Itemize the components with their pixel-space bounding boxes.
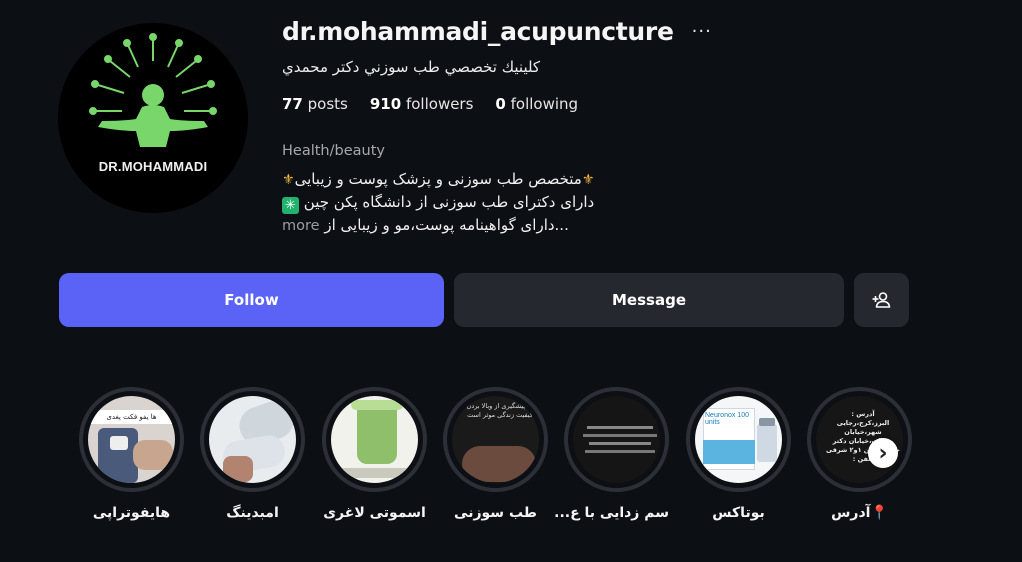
following-count: 0 xyxy=(495,95,506,113)
highlight-cover xyxy=(573,396,660,483)
following-stat[interactable]: 0 following xyxy=(495,95,578,113)
highlight-label: 📍آدرس xyxy=(831,505,888,521)
highlight-cover: ... پیشگیری از وبالا بردن کیفیت زندگی مو… xyxy=(452,396,539,483)
add-user-icon xyxy=(872,292,890,308)
highlight-ring xyxy=(564,387,669,492)
highlight-hifu[interactable]: ها یفو فکت پغدی هایفوتراپی xyxy=(79,387,184,521)
highlight-cover-text: ها یفو فکت پغدی xyxy=(88,410,175,424)
highlight-detox[interactable]: سم زدایی با ع... xyxy=(554,387,669,521)
profile-avatar[interactable]: DR.MOHAMMADI xyxy=(58,23,248,213)
bio-line-3: ...دارای گواهینامه پوست،مو و زیبایی از m… xyxy=(282,214,662,237)
posts-stat[interactable]: 77 posts xyxy=(282,95,348,113)
follow-button[interactable]: Follow xyxy=(59,273,444,327)
highlight-label: سم زدایی با ع... xyxy=(554,505,669,521)
highlight-botox[interactable]: Neuronox 100 units بوتاکس xyxy=(686,387,791,521)
posts-count: 77 xyxy=(282,95,303,113)
profile-stats: 77 posts 910 followers 0 following xyxy=(282,95,578,113)
bio-line-2: دارای دکترای طب سوزنی از دانشگاه پکن چین… xyxy=(282,191,662,214)
highlight-label: اسموتی لاغری xyxy=(323,505,426,521)
highlight-label: طب سوزنی xyxy=(454,505,537,521)
bio-line-3-text: ...دارای گواهینامه پوست،مو و زیبایی از xyxy=(324,216,569,234)
more-horizontal-icon[interactable]: ··· xyxy=(692,21,712,42)
highlight-cover-text: Neuronox 100 units xyxy=(705,412,749,426)
followers-count: 910 xyxy=(369,95,402,113)
username: dr.mohammadi_acupuncture xyxy=(282,16,674,46)
posts-label: posts xyxy=(307,95,348,113)
acupuncture-logo xyxy=(89,33,217,147)
highlight-smoothie[interactable]: اسموتی لاغری xyxy=(322,387,427,521)
sparkle-icon: ✳ xyxy=(282,197,299,214)
bio-line-1: ⚜متخصص طب سوزنی و پزشک پوست و زیبایی⚜ xyxy=(282,168,662,191)
avatar-logo-text: DR.MOHAMMADI xyxy=(98,159,208,174)
following-label: following xyxy=(510,95,579,113)
highlight-label: امبدینگ xyxy=(226,505,279,521)
highlight-cover xyxy=(331,396,418,483)
username-row: dr.mohammadi_acupuncture ··· xyxy=(282,14,712,48)
highlight-embedding[interactable]: امبدینگ xyxy=(200,387,305,521)
highlight-ring: آدرس : البرز،کرج،رجایی شهر،خیابان رسالت،… xyxy=(807,387,912,492)
highlight-ring xyxy=(200,387,305,492)
message-button[interactable]: Message xyxy=(454,273,844,327)
highlight-label: هایفوتراپی xyxy=(92,505,171,521)
full-name: كلينيك تخصصي طب سوزني دكتر محمدي xyxy=(282,58,541,76)
chevron-right-icon[interactable]: › xyxy=(868,438,898,468)
highlight-cover xyxy=(209,396,296,483)
bio-line-1-text: متخصص طب سوزنی و پزشک پوست و زیبایی xyxy=(294,170,582,188)
highlight-ring: Neuronox 100 units xyxy=(686,387,791,492)
add-user-button[interactable] xyxy=(854,273,909,327)
profile-bio: ⚜متخصص طب سوزنی و پزشک پوست و زیبایی⚜ دا… xyxy=(282,168,672,237)
followers-stat[interactable]: 910 followers xyxy=(370,95,474,113)
highlight-ring: ... پیشگیری از وبالا بردن کیفیت زندگی مو… xyxy=(443,387,548,492)
bio-line-2-text: دارای دکترای طب سوزنی از دانشگاه پکن چین xyxy=(303,193,595,211)
highlight-cover: ها یفو فکت پغدی xyxy=(88,396,175,483)
fleur-de-lis-icon: ⚜ xyxy=(282,172,295,188)
highlight-cover-text: ... پیشگیری از وبالا بردن کیفیت زندگی مو… xyxy=(466,402,534,419)
profile-category: Health/beauty xyxy=(282,143,385,159)
highlight-cover: Neuronox 100 units xyxy=(695,396,782,483)
fleur-de-lis-icon: ⚜ xyxy=(581,172,595,188)
highlight-label: بوتاکس xyxy=(712,505,765,521)
bio-more-link[interactable]: more xyxy=(282,218,320,234)
highlight-ring xyxy=(322,387,427,492)
highlight-acupuncture[interactable]: ... پیشگیری از وبالا بردن کیفیت زندگی مو… xyxy=(443,387,548,521)
highlight-ring: ها یفو فکت پغدی xyxy=(79,387,184,492)
followers-label: followers xyxy=(405,95,474,113)
